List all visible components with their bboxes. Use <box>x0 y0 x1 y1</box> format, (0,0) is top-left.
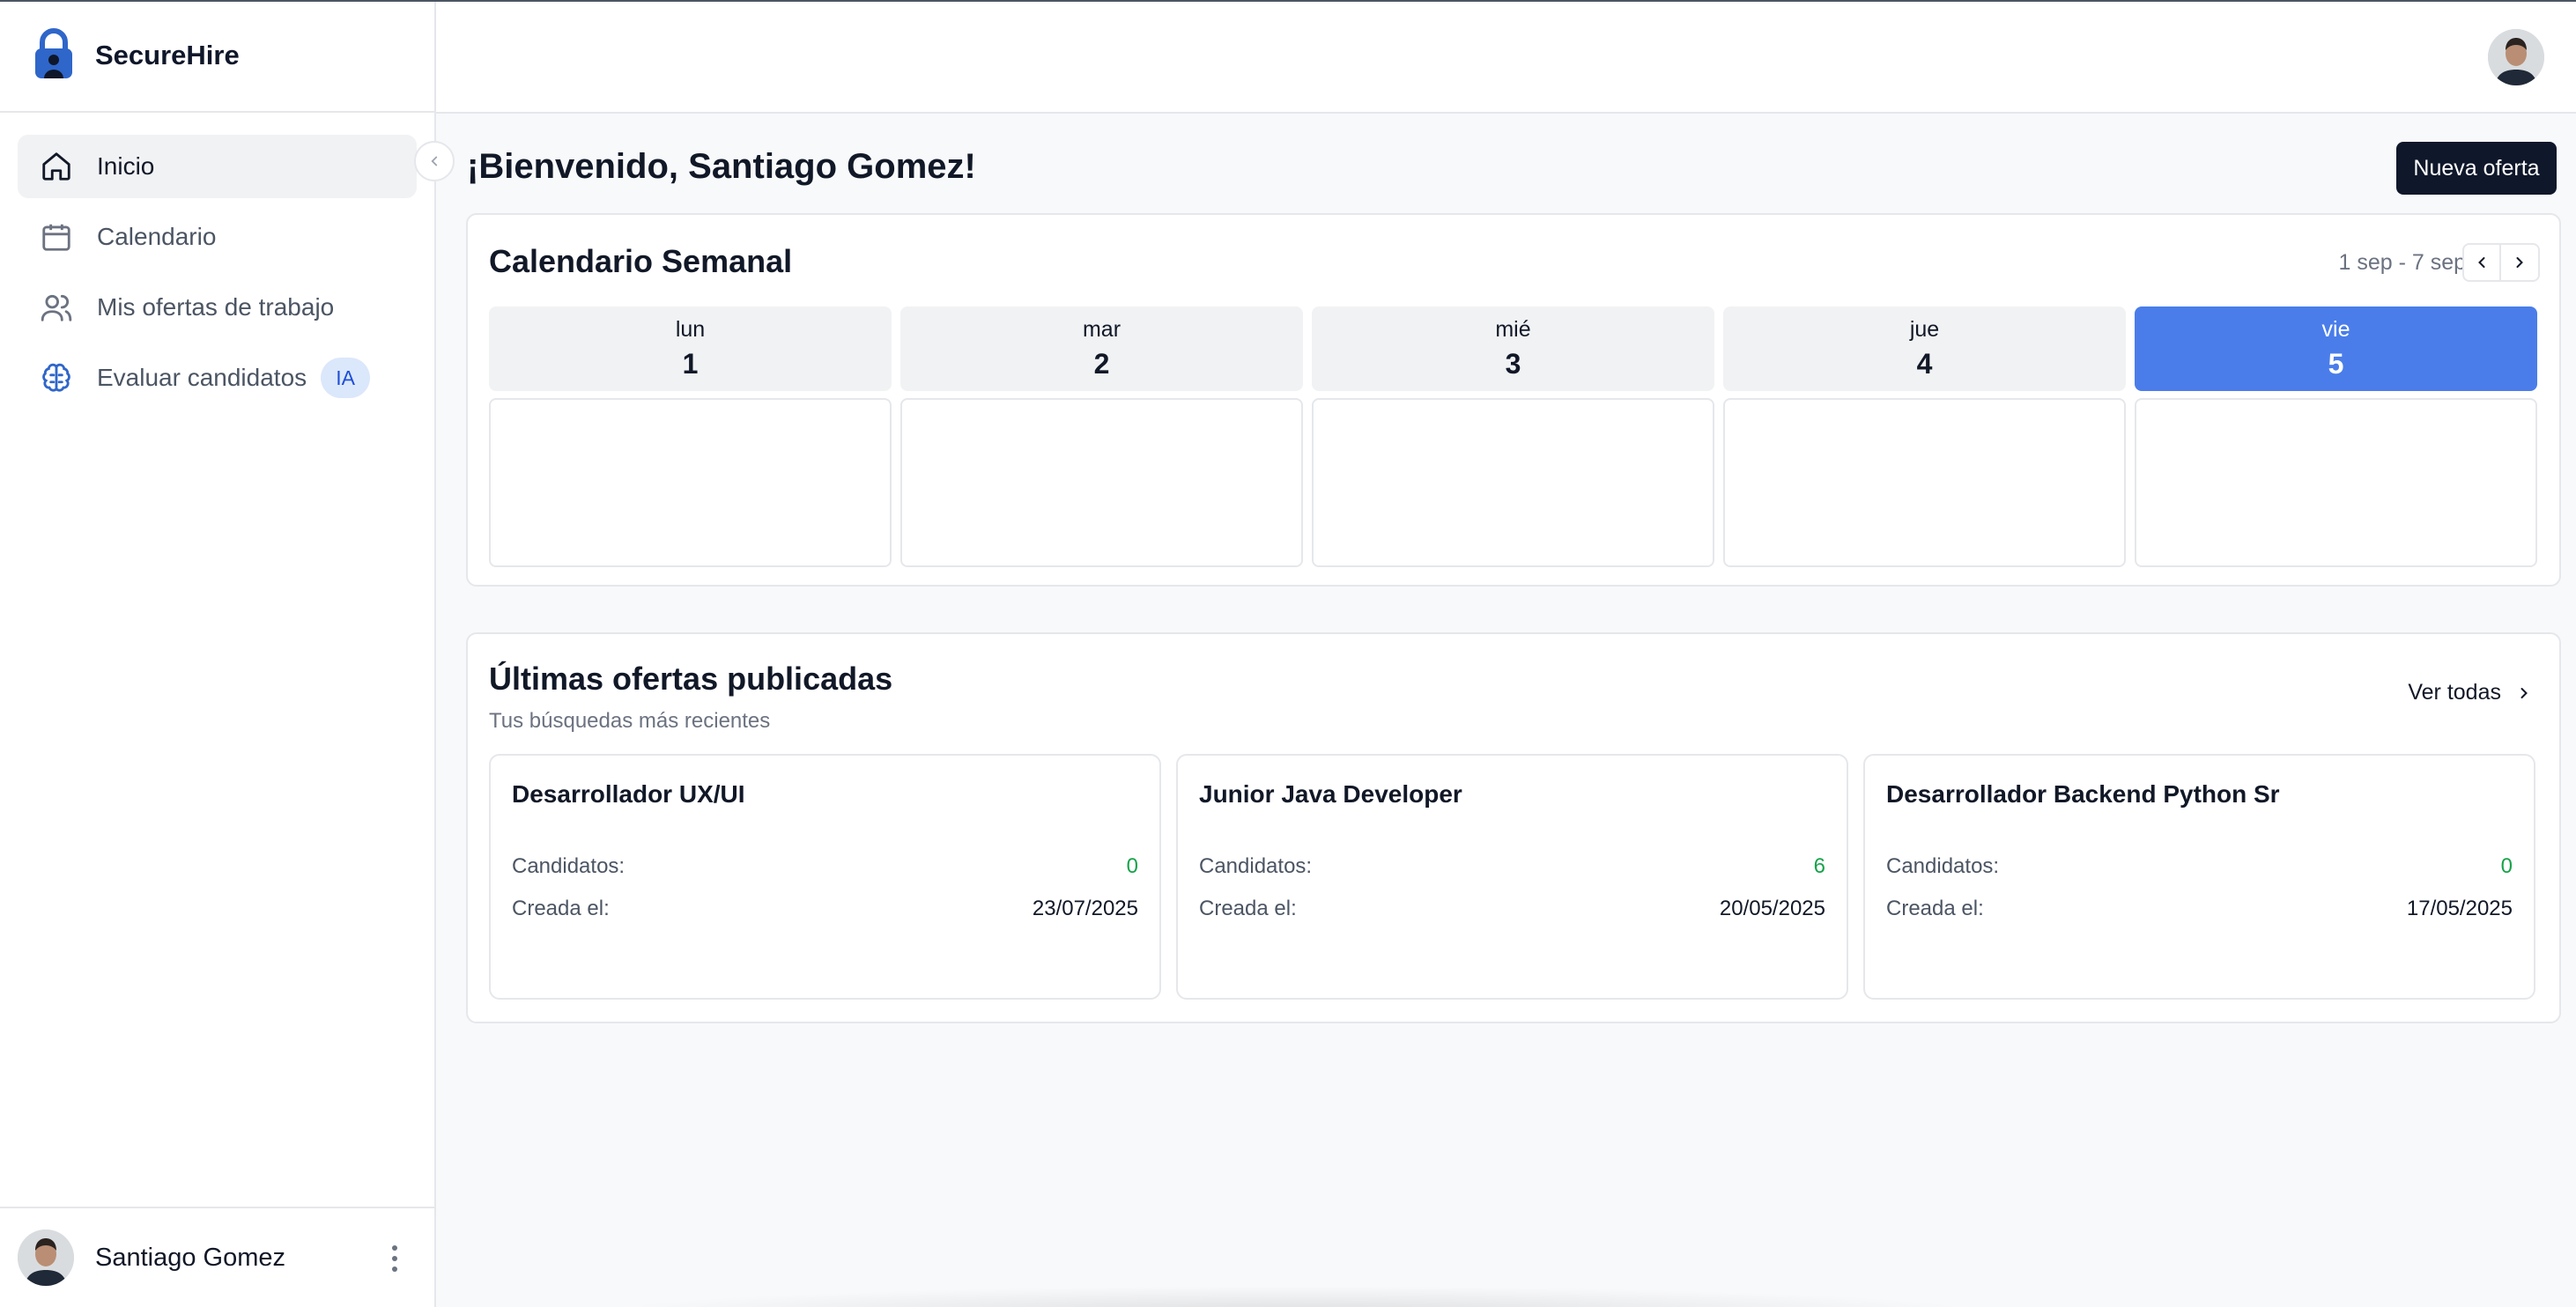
calendar-range: 1 sep - 7 sep <box>2338 250 2466 275</box>
section-title: Últimas ofertas publicadas <box>489 661 893 697</box>
calendar-nav <box>2462 243 2540 282</box>
sidebar: SecureHire Inicio Calendario Mis ofertas… <box>0 0 436 1307</box>
created-row: Creada el: 23/07/2025 <box>512 897 1138 921</box>
candidates-label: Candidatos: <box>512 854 625 878</box>
see-all-link[interactable]: Ver todas <box>2408 680 2533 705</box>
day-slot[interactable] <box>1312 398 1714 567</box>
candidates-row: Candidatos: 0 <box>1886 854 2513 879</box>
day-column-mie: mié 3 <box>1312 306 1714 567</box>
day-name: mar <box>1082 317 1121 342</box>
sidebar-item-label: Inicio <box>97 152 155 180</box>
created-row: Creada el: 17/05/2025 <box>1886 897 2513 921</box>
created-date: 17/05/2025 <box>2406 897 2513 920</box>
sidebar-item-evaluar-candidatos[interactable]: Evaluar candidatos IA <box>18 346 417 410</box>
candidates-row: Candidatos: 6 <box>1199 854 1825 879</box>
day-header[interactable]: mar 2 <box>900 306 1303 391</box>
day-name: vie <box>2321 317 2350 342</box>
next-week-button[interactable] <box>2501 243 2540 282</box>
sidebar-nav: Inicio Calendario Mis ofertas de trabajo… <box>0 113 434 410</box>
prev-week-button[interactable] <box>2462 243 2501 282</box>
user-name: Santiago Gomez <box>95 1243 286 1272</box>
created-row: Creada el: 20/05/2025 <box>1199 897 1825 921</box>
job-card[interactable]: Desarrollador Backend Python Sr Candidat… <box>1863 754 2535 1000</box>
day-date: 3 <box>1505 348 1521 380</box>
job-title: Desarrollador Backend Python Sr <box>1886 780 2280 808</box>
day-column-lun: lun 1 <box>489 306 892 567</box>
created-label: Creada el: <box>512 897 610 920</box>
top-header <box>436 0 2576 114</box>
day-header[interactable]: lun 1 <box>489 306 892 391</box>
day-slot[interactable] <box>489 398 892 567</box>
candidates-count: 0 <box>1126 854 1138 878</box>
header-avatar[interactable] <box>2488 29 2544 85</box>
day-name: lun <box>675 317 706 342</box>
day-column-vie: vie 5 <box>2135 306 2537 567</box>
latest-offers-card: Últimas ofertas publicadas Tus búsquedas… <box>466 632 2561 1023</box>
candidates-label: Candidatos: <box>1199 854 1313 878</box>
lock-logo-icon <box>33 27 74 85</box>
created-label: Creada el: <box>1199 897 1297 920</box>
job-card[interactable]: Desarrollador UX/UI Candidatos: 0 Creada… <box>489 754 1161 1000</box>
candidates-label: Candidatos: <box>1886 854 2000 878</box>
day-slot[interactable] <box>900 398 1303 567</box>
calendar-title: Calendario Semanal <box>489 243 793 279</box>
sidebar-item-label: Calendario <box>97 223 217 250</box>
see-all-label: Ver todas <box>2408 680 2501 705</box>
brand[interactable]: SecureHire <box>0 0 434 113</box>
chevron-right-icon <box>2516 257 2523 268</box>
day-slot[interactable] <box>2135 398 2537 567</box>
ai-badge: IA <box>321 358 371 398</box>
candidates-count: 6 <box>1813 854 1825 878</box>
sidebar-user[interactable]: Santiago Gomez <box>0 1207 434 1307</box>
day-date: 1 <box>682 348 699 380</box>
collapse-sidebar-button[interactable] <box>414 141 455 181</box>
sidebar-item-mis-ofertas[interactable]: Mis ofertas de trabajo <box>18 276 417 339</box>
job-card[interactable]: Junior Java Developer Candidatos: 6 Crea… <box>1176 754 1848 1000</box>
page-title: ¡Bienvenido, Santiago Gomez! <box>467 147 976 186</box>
more-options-icon[interactable] <box>392 1245 399 1277</box>
calendar-icon <box>39 219 74 255</box>
calendar-days: lun 1 mar 2 mié 3 jue 4 vie 5 <box>489 306 2537 567</box>
home-icon <box>39 149 74 184</box>
app-name: SecureHire <box>95 40 240 70</box>
chevron-right-icon <box>2520 687 2528 698</box>
candidates-row: Candidatos: 0 <box>512 854 1138 879</box>
sidebar-item-label: Mis ofertas de trabajo <box>97 293 335 321</box>
sidebar-item-calendario[interactable]: Calendario <box>18 205 417 269</box>
day-header-today[interactable]: vie 5 <box>2135 306 2537 391</box>
section-subtitle: Tus búsquedas más recientes <box>489 709 771 733</box>
day-column-mar: mar 2 <box>900 306 1303 567</box>
day-date: 5 <box>2328 348 2344 380</box>
chevron-left-icon <box>431 156 438 166</box>
day-name: jue <box>1909 317 1940 342</box>
day-date: 2 <box>1093 348 1110 380</box>
day-header[interactable]: mié 3 <box>1312 306 1714 391</box>
window-top-border <box>0 0 2576 2</box>
job-title: Desarrollador UX/UI <box>512 780 745 808</box>
job-title: Junior Java Developer <box>1199 780 1462 808</box>
day-slot[interactable] <box>1723 398 2126 567</box>
candidates-count: 0 <box>2500 854 2513 878</box>
created-date: 23/07/2025 <box>1032 897 1138 920</box>
day-date: 4 <box>1916 348 1933 380</box>
brain-icon <box>39 360 74 395</box>
sidebar-item-label: Evaluar candidatos <box>97 364 307 391</box>
chevron-left-icon <box>2478 257 2485 268</box>
day-name: mié <box>1495 317 1531 342</box>
day-column-jue: jue 4 <box>1723 306 2126 567</box>
weekly-calendar-card: Calendario Semanal 1 sep - 7 sep lun 1 m… <box>466 213 2561 587</box>
bottom-shadow <box>599 1286 1991 1307</box>
users-icon <box>39 290 74 325</box>
created-label: Creada el: <box>1886 897 1984 920</box>
day-header[interactable]: jue 4 <box>1723 306 2126 391</box>
sidebar-item-inicio[interactable]: Inicio <box>18 135 417 198</box>
created-date: 20/05/2025 <box>1719 897 1825 920</box>
new-offer-button[interactable]: Nueva oferta <box>2396 142 2557 195</box>
avatar[interactable] <box>18 1229 74 1286</box>
